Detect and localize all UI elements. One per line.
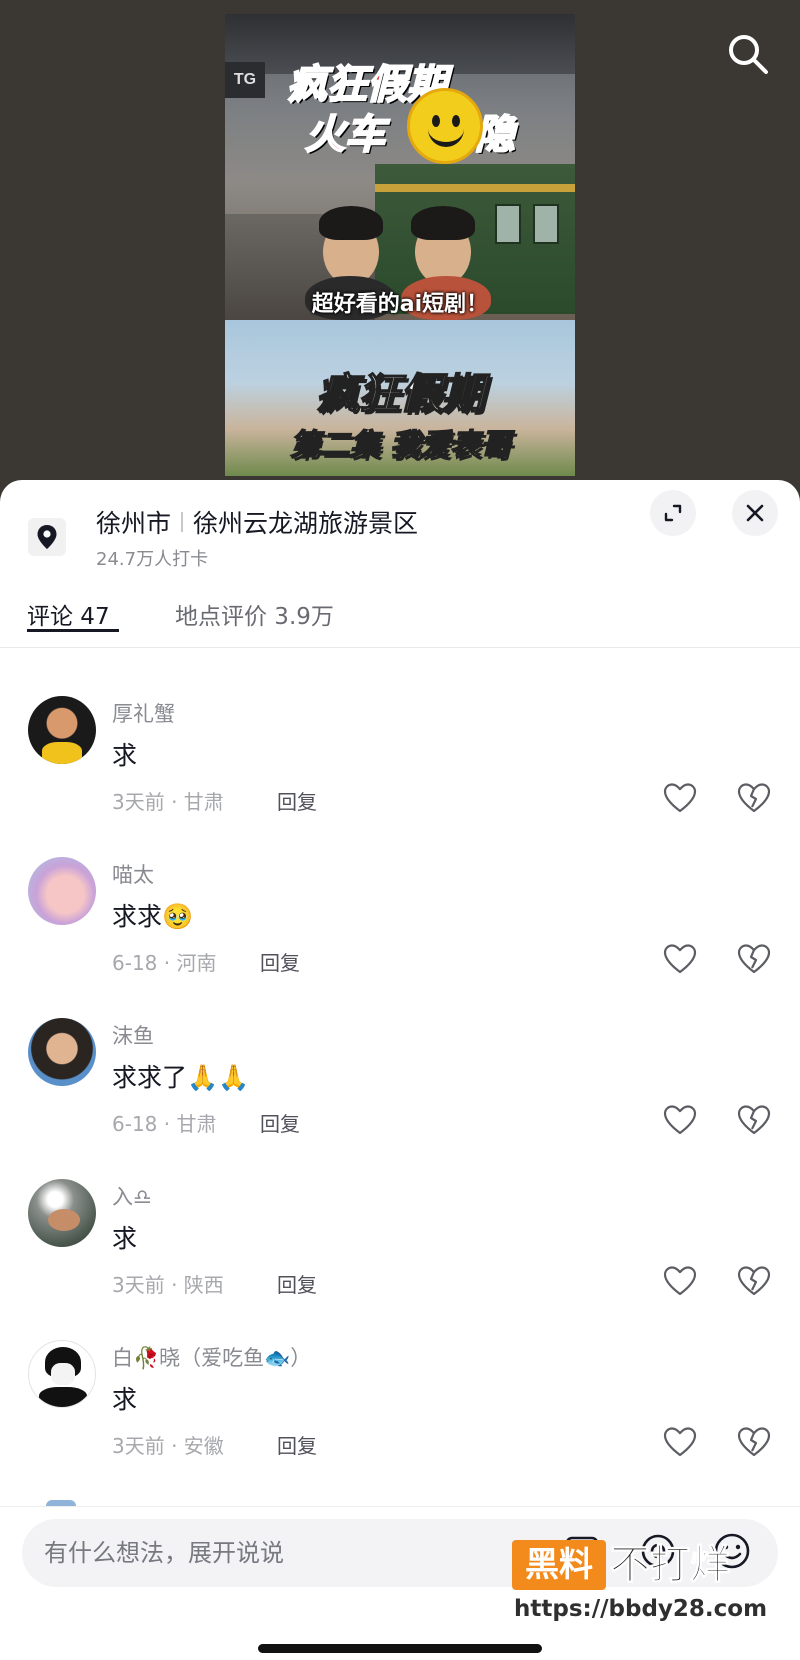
comment-author[interactable]: 白🥀晓（爱吃鱼🐟） <box>112 1342 311 1372</box>
video-subtitle: 超好看的ai短剧！ <box>311 292 489 317</box>
home-indicator[interactable] <box>258 1644 542 1653</box>
broken-heart-icon[interactable] <box>736 1424 772 1460</box>
avatar[interactable] <box>28 1018 96 1086</box>
station-sign: TG <box>225 62 265 98</box>
tab-comments[interactable]: 评论 47 <box>27 580 110 648</box>
comment-author[interactable]: 厚礼蟹 <box>112 698 175 728</box>
comment-meta: 6-18 · 河南 <box>112 951 217 975</box>
bottom-episode: 第二集 我爱表哥 <box>289 427 511 464</box>
heart-icon[interactable] <box>662 780 698 816</box>
location-pin-icon <box>37 525 57 549</box>
title-separator <box>181 512 184 532</box>
avatar[interactable] <box>28 1340 96 1408</box>
reply-button[interactable]: 回复 <box>260 1108 300 1137</box>
checkin-count: 24.7万人打卡 <box>96 549 209 570</box>
comment-text: 求 <box>112 741 138 770</box>
reply-button[interactable]: 回复 <box>277 1269 317 1298</box>
bottom-title: 疯狂假期 <box>315 368 485 419</box>
comment-author[interactable]: 入♎ <box>112 1181 152 1211</box>
tab-bar: 评论 47 地点评价 3.9万 <box>0 580 800 648</box>
location-city: 徐州市 <box>96 509 172 538</box>
comment-meta: 3天前 · 甘肃 <box>112 790 224 814</box>
video-background: TG 疯狂假期 火车隐 超好看的ai短剧！ 疯狂假期 第二集 我爱表哥 <box>0 0 800 490</box>
comment-text: 求 <box>112 1224 138 1253</box>
heart-icon[interactable] <box>662 1424 698 1460</box>
heart-icon[interactable] <box>662 1263 698 1299</box>
avatar[interactable] <box>28 1179 96 1247</box>
comment-meta: 3天前 · 安徽 <box>112 1434 224 1458</box>
tab-location-reviews[interactable]: 地点评价 3.9万 <box>175 580 334 648</box>
search-button[interactable] <box>724 30 772 78</box>
location-sheet: 徐州市 徐州云龙湖旅游景区 24.7万人打卡 评论 47 地点评价 3.9万 厚… <box>0 480 800 1660</box>
smiley-sticker <box>407 88 483 164</box>
active-tab-indicator <box>27 629 119 632</box>
location-pin <box>28 518 66 556</box>
broken-heart-icon[interactable] <box>736 780 772 816</box>
comment-item: 白🥀晓（爱吃鱼🐟） 求 3天前 · 安徽 回复 <box>0 1340 800 1500</box>
comment-text: 求 <box>112 1385 138 1414</box>
comment-text: 求求🥹 <box>112 902 194 931</box>
comment-text: 求求了🙏🙏 <box>112 1063 250 1092</box>
watermark: 黑料 不打烊 https://bbdy28.com <box>512 1540 782 1622</box>
close-button[interactable] <box>732 490 778 536</box>
comment-input-placeholder: 有什么想法，展开说说 <box>44 1539 284 1567</box>
reply-button[interactable]: 回复 <box>277 1430 317 1459</box>
heart-icon[interactable] <box>662 941 698 977</box>
expand-button[interactable] <box>650 490 696 536</box>
comment-meta: 3天前 · 陕西 <box>112 1273 224 1297</box>
watermark-text: 不打烊 <box>610 1542 731 1589</box>
search-icon <box>729 35 768 74</box>
comment-meta: 6-18 · 甘肃 <box>112 1112 217 1136</box>
reply-button[interactable]: 回复 <box>277 786 317 815</box>
watermark-url: https://bbdy28.com <box>514 1596 768 1622</box>
video-player[interactable]: TG 疯狂假期 火车隐 超好看的ai短剧！ 疯狂假期 第二集 我爱表哥 <box>225 14 575 476</box>
avatar[interactable] <box>28 857 96 925</box>
comment-item: 喵太 求求🥹 6-18 · 河南 回复 <box>0 857 800 1017</box>
heart-icon[interactable] <box>662 1102 698 1138</box>
close-icon <box>746 504 764 522</box>
broken-heart-icon[interactable] <box>736 941 772 977</box>
comment-item: 沫鱼 求求了🙏🙏 6-18 · 甘肃 回复 <box>0 1018 800 1178</box>
video-scene-top: TG 疯狂假期 火车隐 超好看的ai短剧！ <box>225 14 575 320</box>
comment-item: 厚礼蟹 求 3天前 · 甘肃 回复 <box>0 696 800 856</box>
location-place: 徐州云龙湖旅游景区 <box>193 509 419 538</box>
broken-heart-icon[interactable] <box>736 1263 772 1299</box>
comment-item: 入♎ 求 3天前 · 陕西 回复 <box>0 1179 800 1339</box>
expand-icon <box>664 504 682 522</box>
comment-author[interactable]: 喵太 <box>112 859 154 889</box>
watermark-badge: 黑料 <box>512 1540 606 1590</box>
reply-button[interactable]: 回复 <box>260 947 300 976</box>
comment-author[interactable]: 沫鱼 <box>112 1020 154 1050</box>
broken-heart-icon[interactable] <box>736 1102 772 1138</box>
location-title[interactable]: 徐州市 徐州云龙湖旅游景区 <box>96 504 418 540</box>
avatar[interactable] <box>28 696 96 764</box>
video-scene-bottom: 疯狂假期 第二集 我爱表哥 <box>225 320 575 476</box>
